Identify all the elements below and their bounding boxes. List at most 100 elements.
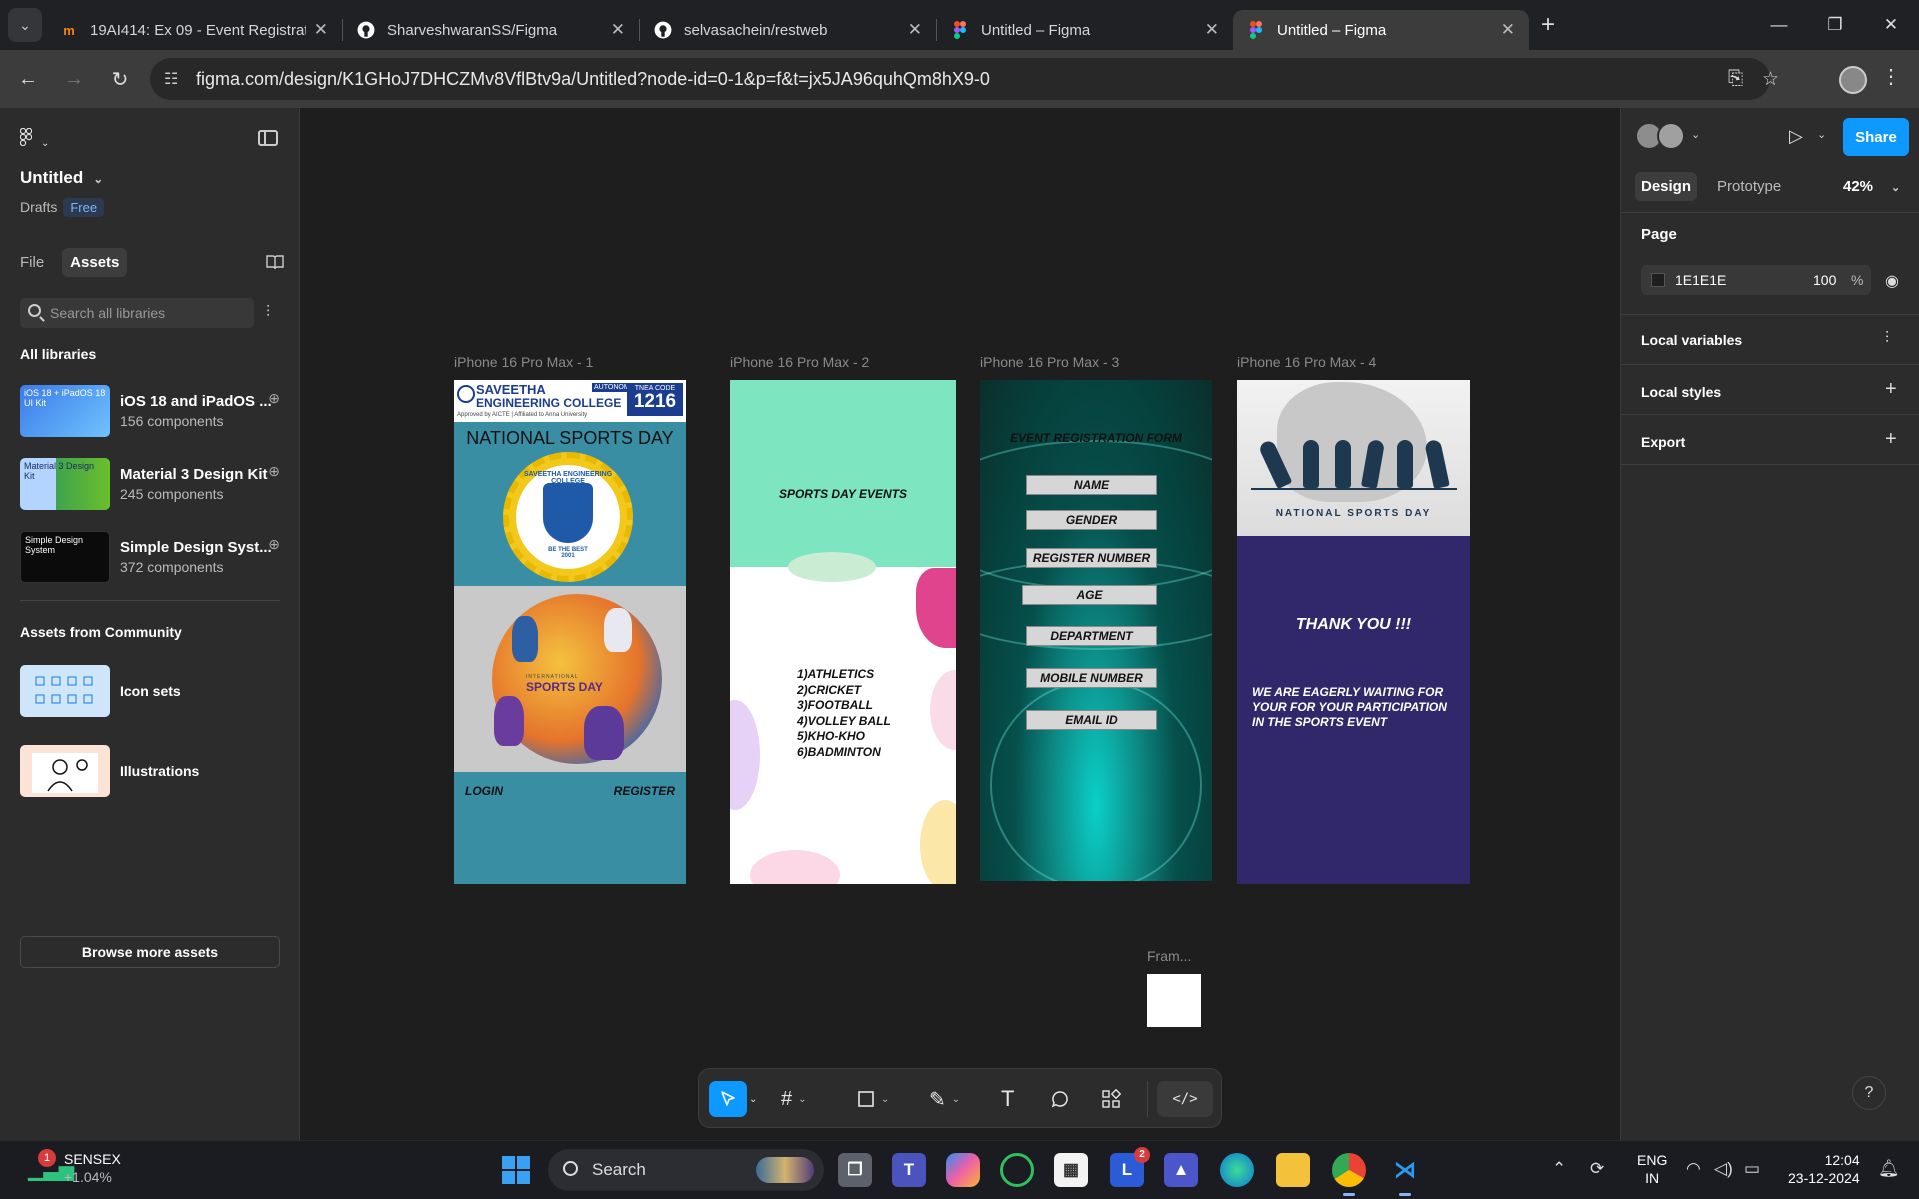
back-icon[interactable]: ← xyxy=(10,68,46,91)
library-search-input[interactable]: Search all libraries xyxy=(20,298,254,328)
present-play-icon[interactable]: ▷ xyxy=(1789,126,1803,147)
chevron-down-icon[interactable]: ⌄ xyxy=(1691,128,1700,141)
minimize-icon[interactable]: — xyxy=(1751,0,1807,50)
browser-tab[interactable]: m 19AI414: Ex 09 - Event Registrat ✕ xyxy=(46,10,342,50)
text-tool[interactable]: T xyxy=(1001,1081,1014,1117)
community-item[interactable]: Icon sets xyxy=(20,663,280,719)
form-field-email-id[interactable]: EMAIL ID xyxy=(1026,710,1157,730)
form-field-name[interactable]: NAME xyxy=(1026,475,1157,495)
notification-bell-icon[interactable]: 🔔︎ xyxy=(1878,1159,1900,1179)
frame-iphone-2[interactable]: SPORTS DAY EVENTS 1)ATHLETICS 2)CRICKET … xyxy=(730,380,956,884)
login-link[interactable]: LOGIN xyxy=(465,784,503,798)
browser-tab[interactable]: Untitled – Figma ✕ xyxy=(937,10,1233,50)
dev-mode-toggle[interactable]: </> xyxy=(1157,1081,1213,1117)
edge-icon[interactable] xyxy=(1220,1153,1254,1187)
language-indicator[interactable]: ENG IN xyxy=(1637,1151,1667,1187)
page-color-value[interactable]: 1E1E1E xyxy=(1675,272,1726,288)
close-tab-icon[interactable]: ✕ xyxy=(611,20,625,40)
close-tab-icon[interactable]: ✕ xyxy=(1205,20,1219,40)
close-tab-icon[interactable]: ✕ xyxy=(908,20,922,40)
tab-file[interactable]: File xyxy=(20,248,52,277)
form-field-register-number[interactable]: REGISTER NUMBER xyxy=(1026,548,1157,568)
copilot-icon[interactable] xyxy=(946,1153,980,1187)
tab-assets[interactable]: Assets xyxy=(62,248,128,277)
clock[interactable]: 12:04 23-12-2024 xyxy=(1788,1151,1860,1187)
wifi-icon[interactable]: ◠ xyxy=(1686,1159,1701,1179)
local-variables-label[interactable]: Local variables xyxy=(1641,332,1742,348)
browser-tab[interactable]: selvasachein/restweb ✕ xyxy=(640,10,936,50)
frame-label[interactable]: iPhone 16 Pro Max - 4 xyxy=(1237,354,1376,370)
taskbar-search[interactable]: Search xyxy=(548,1149,824,1191)
frame-label[interactable]: iPhone 16 Pro Max - 1 xyxy=(454,354,593,370)
browser-tab[interactable]: SharveshwaranSS/Figma ✕ xyxy=(343,10,639,50)
color-swatch[interactable] xyxy=(1651,273,1665,287)
bookmark-star-icon[interactable]: ☆ xyxy=(1762,68,1779,91)
launcher-app-icon[interactable]: L2 xyxy=(1110,1147,1150,1187)
forward-icon[interactable]: → xyxy=(56,68,92,91)
actions-tool[interactable] xyxy=(1101,1081,1121,1117)
store-icon[interactable]: ▦ xyxy=(1054,1153,1088,1187)
reload-icon[interactable]: ↻ xyxy=(102,67,138,92)
library-book-icon[interactable] xyxy=(266,254,284,274)
task-view-icon[interactable]: ❐ xyxy=(838,1153,872,1187)
toggle-ui-icon[interactable] xyxy=(258,130,278,146)
site-info-icon[interactable]: ☷ xyxy=(164,69,178,89)
zoom-level[interactable]: 42% ⌄ xyxy=(1843,178,1900,195)
share-button[interactable]: Share xyxy=(1843,118,1909,156)
library-item[interactable]: iOS 18 + iPadOS 18 UI Kit iOS 18 and iPa… xyxy=(20,384,280,438)
drafts-label[interactable]: Drafts xyxy=(20,199,57,215)
frame-tool[interactable]: # ⌄ xyxy=(781,1081,807,1117)
frame-label[interactable]: iPhone 16 Pro Max - 2 xyxy=(730,354,869,370)
clipboard-icon[interactable]: ⎘ xyxy=(1728,68,1743,90)
windows-start-icon[interactable] xyxy=(502,1156,530,1184)
pen-tool[interactable]: ✎ ⌄ xyxy=(929,1081,960,1117)
frame-blank[interactable] xyxy=(1147,974,1201,1027)
vpn-app-icon[interactable]: ▲ xyxy=(1164,1153,1198,1187)
library-item[interactable]: Material 3 Design Kit Material 3 Design … xyxy=(20,457,280,511)
variables-settings-icon[interactable]: ⫶ xyxy=(1885,330,1889,348)
chevron-down-icon[interactable]: ⌄ xyxy=(1817,128,1826,141)
page-opacity-value[interactable]: 100 xyxy=(1813,272,1836,288)
form-field-mobile-number[interactable]: MOBILE NUMBER xyxy=(1026,668,1157,688)
browser-menu-icon[interactable]: ⋮ xyxy=(1881,64,1901,89)
tray-overflow-icon[interactable]: ⌃ xyxy=(1552,1159,1566,1179)
add-export-icon[interactable]: + xyxy=(1885,428,1897,451)
file-explorer-icon[interactable] xyxy=(1276,1153,1310,1187)
form-field-department[interactable]: DEPARTMENT xyxy=(1026,626,1157,646)
sync-app-icon[interactable] xyxy=(1000,1153,1034,1187)
page-color-field[interactable]: 1E1E1E 100 % xyxy=(1641,265,1871,295)
filter-icon[interactable]: ⫶ xyxy=(266,304,270,322)
move-tool[interactable] xyxy=(709,1081,747,1117)
comment-tool[interactable] xyxy=(1051,1081,1069,1117)
library-item[interactable]: Simple Design System Simple Design Syst.… xyxy=(20,530,280,584)
sync-status-icon[interactable]: ⟳ xyxy=(1590,1159,1604,1179)
figma-menu-icon[interactable]: ⌄ xyxy=(19,127,49,151)
tab-design[interactable]: Design xyxy=(1635,172,1698,201)
browse-more-assets-button[interactable]: Browse more assets xyxy=(20,936,280,968)
tab-search-button[interactable]: ⌄ xyxy=(8,8,42,42)
teams-icon[interactable]: T xyxy=(892,1153,926,1187)
shape-tool[interactable]: ⌄ xyxy=(857,1081,889,1117)
file-title[interactable]: Untitled ⌄ xyxy=(20,168,103,188)
frame-label[interactable]: Fram... xyxy=(1147,948,1191,964)
frame-iphone-1[interactable]: SAVEETHA ENGINEERING COLLEGE AUTONOMOUS … xyxy=(454,380,686,884)
profile-avatar[interactable] xyxy=(1839,66,1867,94)
vscode-icon[interactable]: ⋊ xyxy=(1388,1153,1422,1196)
battery-icon[interactable]: ▭ xyxy=(1744,1159,1760,1179)
community-item[interactable]: Illustrations xyxy=(20,743,280,799)
form-field-gender[interactable]: GENDER xyxy=(1026,510,1157,530)
register-link[interactable]: REGISTER xyxy=(614,784,675,798)
frame-label[interactable]: iPhone 16 Pro Max - 3 xyxy=(980,354,1119,370)
add-style-icon[interactable]: + xyxy=(1885,378,1897,401)
chevron-down-icon[interactable]: ⌄ xyxy=(749,1081,757,1117)
close-tab-icon[interactable]: ✕ xyxy=(314,20,328,40)
frame-iphone-4[interactable]: NATIONAL SPORTS DAY THANK YOU !!! WE ARE… xyxy=(1237,380,1470,884)
chrome-icon[interactable] xyxy=(1332,1153,1366,1196)
avatar[interactable] xyxy=(1657,122,1685,150)
tab-prototype[interactable]: Prototype xyxy=(1711,172,1787,201)
help-button[interactable]: ? xyxy=(1852,1076,1886,1110)
form-field-age[interactable]: AGE xyxy=(1022,585,1157,605)
browser-tab-active[interactable]: Untitled – Figma ✕ xyxy=(1233,10,1529,50)
volume-icon[interactable]: ◁) xyxy=(1714,1159,1733,1179)
frame-iphone-3[interactable]: EVENT REGISTRATION FORM NAME GENDER REGI… xyxy=(980,380,1212,881)
